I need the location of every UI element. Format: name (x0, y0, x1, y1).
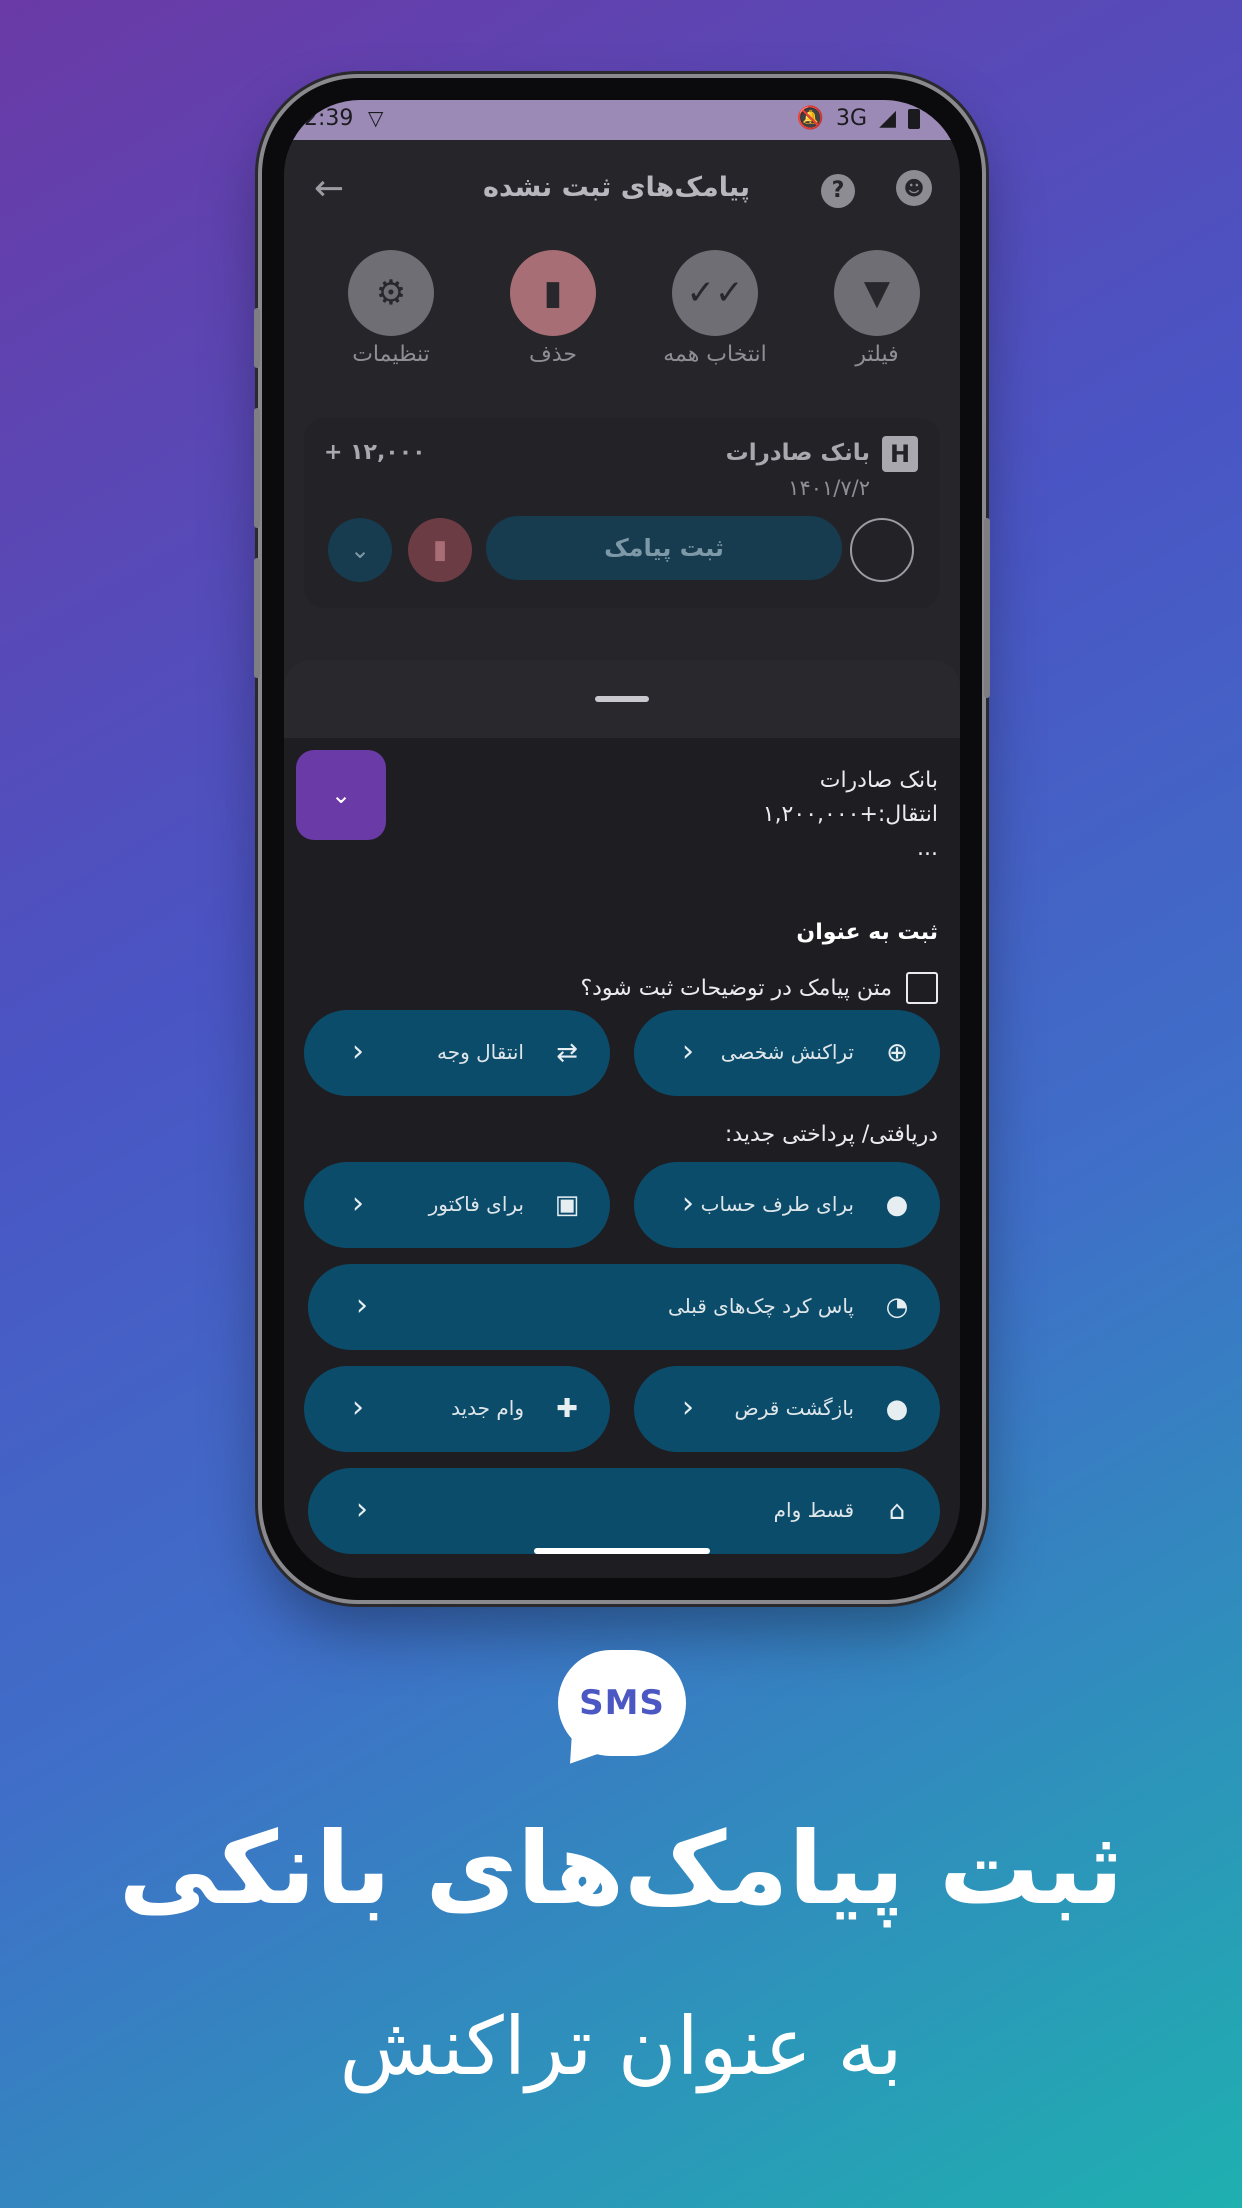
back-arrow-icon[interactable]: ← (314, 168, 344, 209)
select-radio[interactable] (850, 518, 914, 582)
page-title: پیامک‌های ثبت نشده (483, 172, 750, 203)
description-checkbox[interactable] (906, 972, 938, 1004)
settings-label: تنظیمات (352, 342, 430, 367)
android-icon[interactable]: ☻ (896, 170, 932, 206)
new-loan-button[interactable]: ✚ وام جدید ‹ (304, 1366, 610, 1452)
cheques-button[interactable]: ◔ پاس کرد چک‌های قبلی ‹ (308, 1264, 940, 1350)
section-title: ثبت به عنوان (796, 920, 938, 945)
preview-more: ... (917, 836, 938, 861)
status-bar: 2:39 ▽ 🔕 3G ◢ (284, 100, 960, 140)
personal-transaction-button[interactable]: ⊕ تراکنش شخصی ‹ (634, 1010, 940, 1096)
expand-preview-button[interactable]: ⌄ (296, 750, 386, 840)
chevron-left-icon: ‹ (356, 1288, 368, 1323)
help-icon[interactable]: ? (821, 174, 855, 208)
personal-transaction-label: تراکنش شخصی (720, 1040, 854, 1064)
chevron-left-icon: ‹ (682, 1186, 694, 1221)
status-icons: 🔕 3G ◢ (797, 106, 920, 131)
filter-label: فیلتر (855, 342, 899, 367)
select-all-button[interactable]: ✓✓ انتخاب همه (640, 250, 790, 367)
battery-icon (908, 108, 920, 129)
transfer-icon: ⇄ (556, 1038, 578, 1068)
phone-side-button (254, 558, 260, 678)
submit-sms-button[interactable]: ثبت پیامک (486, 516, 842, 580)
card-bank-name: بانک صادرات (725, 440, 870, 466)
chevron-left-icon: ‹ (352, 1390, 364, 1425)
mute-icon: 🔕 (796, 106, 825, 131)
pie-chart-icon: ◔ (885, 1292, 909, 1322)
phone-power-button (984, 518, 990, 698)
gear-icon: ⚙ (348, 250, 434, 336)
add-person-icon: ✚ (556, 1394, 578, 1424)
filter-icon: ▼ (834, 250, 920, 336)
chevron-left-icon: ‹ (352, 1186, 364, 1221)
signal-icon: ◢ (879, 106, 896, 131)
loan-return-button[interactable]: ● بازگشت قرض ‹ (634, 1366, 940, 1452)
cheques-label: پاس کرد چک‌های قبلی (667, 1294, 854, 1318)
home-indicator[interactable] (534, 1548, 710, 1554)
loan-return-label: بازگشت قرض (734, 1396, 854, 1420)
sms-card[interactable]: H بانک صادرات ۱۴۰۱/۷/۲ + ۱۲,۰۰۰ ثبت پیام… (304, 418, 940, 608)
sms-preview: بانک صادرات انتقال:+۱,۲۰۰,۰۰۰ ... (763, 764, 938, 866)
installment-label: قسط وام (773, 1498, 854, 1522)
person-icon: ● (885, 1394, 909, 1424)
trash-icon: ▮ (510, 250, 596, 336)
account-party-label: برای طرف حساب (700, 1192, 854, 1216)
chevron-left-icon: ‹ (352, 1034, 364, 1069)
settings-button[interactable]: ⚙ تنظیمات (316, 250, 466, 367)
select-all-label: انتخاب همه (663, 342, 767, 367)
status-time: 2:39 (304, 106, 354, 131)
person-icon: ● (885, 1190, 909, 1220)
new-loan-label: وام جدید (451, 1396, 524, 1420)
bank-icon: ⌂ (888, 1496, 906, 1526)
double-check-icon: ✓✓ (672, 250, 758, 336)
preview-transfer: انتقال:+۱,۲۰۰,۰۰۰ (762, 802, 938, 827)
installment-button[interactable]: ⌂ قسط وام ‹ (308, 1468, 940, 1554)
invoice-button[interactable]: ▣ برای فاکتور ‹ (304, 1162, 610, 1248)
card-date: ۱۴۰۱/۷/۲ (788, 476, 870, 500)
phone-side-button (254, 308, 260, 368)
money-transfer-button[interactable]: ⇄ انتقال وجه ‹ (304, 1010, 610, 1096)
new-payment-label: دریافتی/ پرداختی جدید: (724, 1122, 938, 1147)
promo-headline: ثبت پیامک‌های بانکی (118, 1810, 1124, 1927)
invoice-label: برای فاکتور (428, 1192, 524, 1216)
filter-button[interactable]: ▼ فیلتر (802, 250, 952, 367)
chevron-left-icon: ‹ (682, 1390, 694, 1425)
network-label: 3G (836, 106, 868, 131)
bank-logo-icon: H (882, 436, 918, 472)
invoice-icon: ▣ (554, 1190, 580, 1220)
vpn-shield-icon: ▽ (368, 106, 384, 130)
phone-frame: 2:39 ▽ 🔕 3G ◢ ☻ ? پیامک‌های ثبت نشده ← ▼… (254, 78, 990, 1600)
account-party-button[interactable]: ● برای طرف حساب ‹ (634, 1162, 940, 1248)
drag-handle[interactable] (595, 696, 649, 702)
bottom-sheet: بانک صادرات انتقال:+۱,۲۰۰,۰۰۰ ... ⌄ ثبت … (284, 660, 960, 1578)
app-bar: ☻ ? پیامک‌های ثبت نشده ← (284, 140, 960, 240)
description-checkbox-row[interactable]: متن پیامک در توضیحات ثبت شود؟ (580, 972, 938, 1004)
delete-button[interactable]: ▮ حذف (478, 250, 628, 367)
sms-badge: SMS (558, 1650, 686, 1756)
description-checkbox-label: متن پیامک در توضیحات ثبت شود؟ (580, 975, 892, 1001)
card-amount: + ۱۲,۰۰۰ (324, 440, 426, 465)
delete-label: حذف (529, 342, 577, 367)
chevron-left-icon: ‹ (682, 1034, 694, 1069)
phone-side-button (254, 408, 260, 528)
money-transfer-label: انتقال وجه (436, 1040, 524, 1064)
chevron-down-icon[interactable]: ⌄ (328, 518, 392, 582)
card-delete-icon[interactable]: ▮ (408, 518, 472, 582)
promo-subline: به عنوان تراکنش (339, 2000, 903, 2093)
action-toolbar: ▼ فیلتر ✓✓ انتخاب همه ▮ حذف ⚙ تنظیمات (284, 250, 960, 380)
preview-bank: بانک صادرات (819, 768, 938, 793)
screen: 2:39 ▽ 🔕 3G ◢ ☻ ? پیامک‌های ثبت نشده ← ▼… (284, 100, 960, 1578)
sms-bubble-icon: SMS (552, 1650, 686, 1779)
chevron-left-icon: ‹ (356, 1492, 368, 1527)
plus-circle-icon: ⊕ (886, 1038, 908, 1068)
